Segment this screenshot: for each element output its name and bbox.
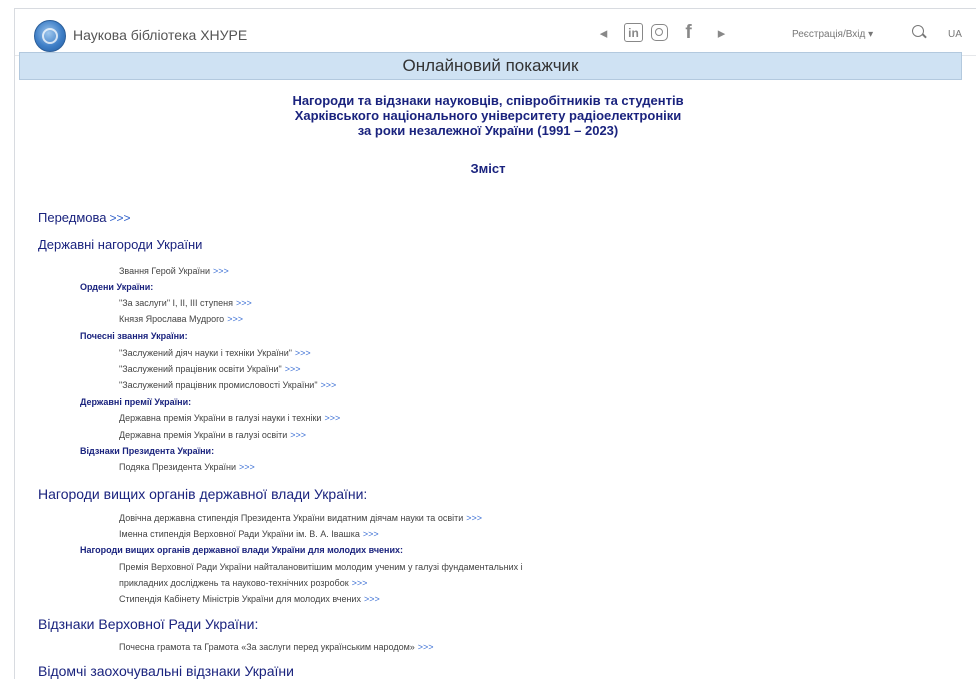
list-item-label: Стипендія Кабінету Міністрів України для… [119,594,361,604]
rada-diploma-link[interactable]: >>> [418,642,434,652]
prize-science-link[interactable]: >>> [324,413,340,423]
section-preface-label: Передмова [38,210,107,225]
hero-link[interactable]: >>> [213,266,229,276]
instagram-icon[interactable] [651,24,668,41]
list-item-hero: Звання Герой України >>> [119,266,229,276]
list-item-order-yaroslav: Князя Ярослава Мудрого >>> [119,314,243,324]
section-departmental: Відомчі заохочувальні відзнаки України [38,663,294,679]
language-switch[interactable]: UA [948,29,962,40]
subheading-president-awards: Відзнаки Президента України: [80,446,215,456]
list-item-label: "Заслужений працівник освіти України" [119,364,282,374]
order-yaroslav-link[interactable]: >>> [227,314,243,324]
list-item-label: Іменна стипендія Верховної Ради України … [119,529,360,539]
list-item-stipend-president: Довічна державна стипендія Президента Ук… [119,513,482,523]
list-item-prize-rada-cont: прикладних досліджень та науково-технічн… [119,578,367,588]
linkedin-icon[interactable]: in [624,23,643,42]
prize-education-link[interactable]: >>> [290,430,306,440]
list-item-title-industry: "Заслужений працівник промисловості Укра… [119,380,336,390]
list-item-rada-diploma: Почесна грамота та Грамота «За заслуги п… [119,642,434,652]
list-item-title-science: "Заслужений діяч науки і техніки України… [119,348,311,358]
stipend-rada-link[interactable]: >>> [363,529,379,539]
subheading-honorary-titles: Почесні звання України: [80,331,188,341]
library-logo-icon[interactable] [34,20,66,52]
section-higher-bodies: Нагороди вищих органів державної влади У… [38,486,368,502]
list-item-label: Премія Верховної Ради України найталанов… [119,562,523,572]
president-thanks-link[interactable]: >>> [239,462,255,472]
list-item-prize-rada: Премія Верховної Ради України найталанов… [119,562,523,572]
list-item-label: Державна премія України в галузі науки і… [119,413,322,423]
section-state-awards: Державні нагороди України [38,237,203,252]
login-register-menu[interactable]: Реєстрація/Вхід ▾ [792,29,873,40]
social-links: ◂ in f ▸ [591,22,734,43]
heading-line-2: Харківського національного університету … [294,108,682,123]
list-item-stipend-rada: Іменна стипендія Верховної Ради України … [119,529,379,539]
list-item-label: Подяка Президента України [119,462,236,472]
section-preface: Передмова >>> [38,210,131,225]
list-item-label: "Заслужений працівник промисловості Укра… [119,380,318,390]
preface-link[interactable]: >>> [110,211,131,225]
list-item-prize-education: Державна премія України в галузі освіти >… [119,430,306,440]
page-title: Онлайновий покажчик [19,52,962,80]
search-icon[interactable] [912,25,924,37]
contents-heading: Зміст [470,161,506,176]
section-rada-distinctions: Відзнаки Верховної Ради України: [38,616,259,632]
prize-rada-link[interactable]: >>> [352,578,368,588]
subheading-young-scientists: Нагороди вищих органів державної влади У… [80,545,404,555]
list-item-order-merit: "За заслуги" I, II, III ступеня >>> [119,298,252,308]
telegram-icon[interactable]: ◂ [591,22,616,43]
heading-line-3: за роки незалежної України (1991 – 2023) [357,123,619,138]
list-item-title-education: "Заслужений працівник освіти України" >>> [119,364,300,374]
title-science-link[interactable]: >>> [295,348,311,358]
list-item-label: Державна премія України в галузі освіти [119,430,288,440]
subheading-orders: Ордени України: [80,282,154,292]
title-education-link[interactable]: >>> [285,364,301,374]
list-item-stipend-cabinet: Стипендія Кабінету Міністрів України для… [119,594,380,604]
facebook-icon[interactable]: f [676,22,701,43]
list-item-label: "Заслужений діяч науки і техніки України… [119,348,292,358]
heading-line-1: Нагороди та відзнаки науковців, співробі… [292,93,684,108]
youtube-icon[interactable]: ▸ [709,22,734,43]
list-item-president-thanks: Подяка Президента України >>> [119,462,255,472]
subheading-state-prizes: Державні премії України: [80,397,192,407]
list-item-label: Довічна державна стипендія Президента Ук… [119,513,464,523]
top-navbar: Наукова бібліотека ХНУРЕ ◂ in f ▸ Реєстр… [15,9,976,56]
title-industry-link[interactable]: >>> [321,380,337,390]
list-item-label: Князя Ярослава Мудрого [119,314,225,324]
list-item-label: "За заслуги" I, II, III ступеня [119,298,233,308]
list-item-label: Почесна грамота та Грамота «За заслуги п… [119,642,415,652]
stipend-cabinet-link[interactable]: >>> [364,594,380,604]
list-item-prize-science: Державна премія України в галузі науки і… [119,413,340,423]
list-item-label: прикладних досліджень та науково-технічн… [119,578,349,588]
site-brand-link[interactable]: Наукова бібліотека ХНУРЕ [73,27,247,43]
order-merit-link[interactable]: >>> [236,298,252,308]
list-item-label: Звання Герой України [119,266,211,276]
stipend-president-link[interactable]: >>> [466,513,482,523]
